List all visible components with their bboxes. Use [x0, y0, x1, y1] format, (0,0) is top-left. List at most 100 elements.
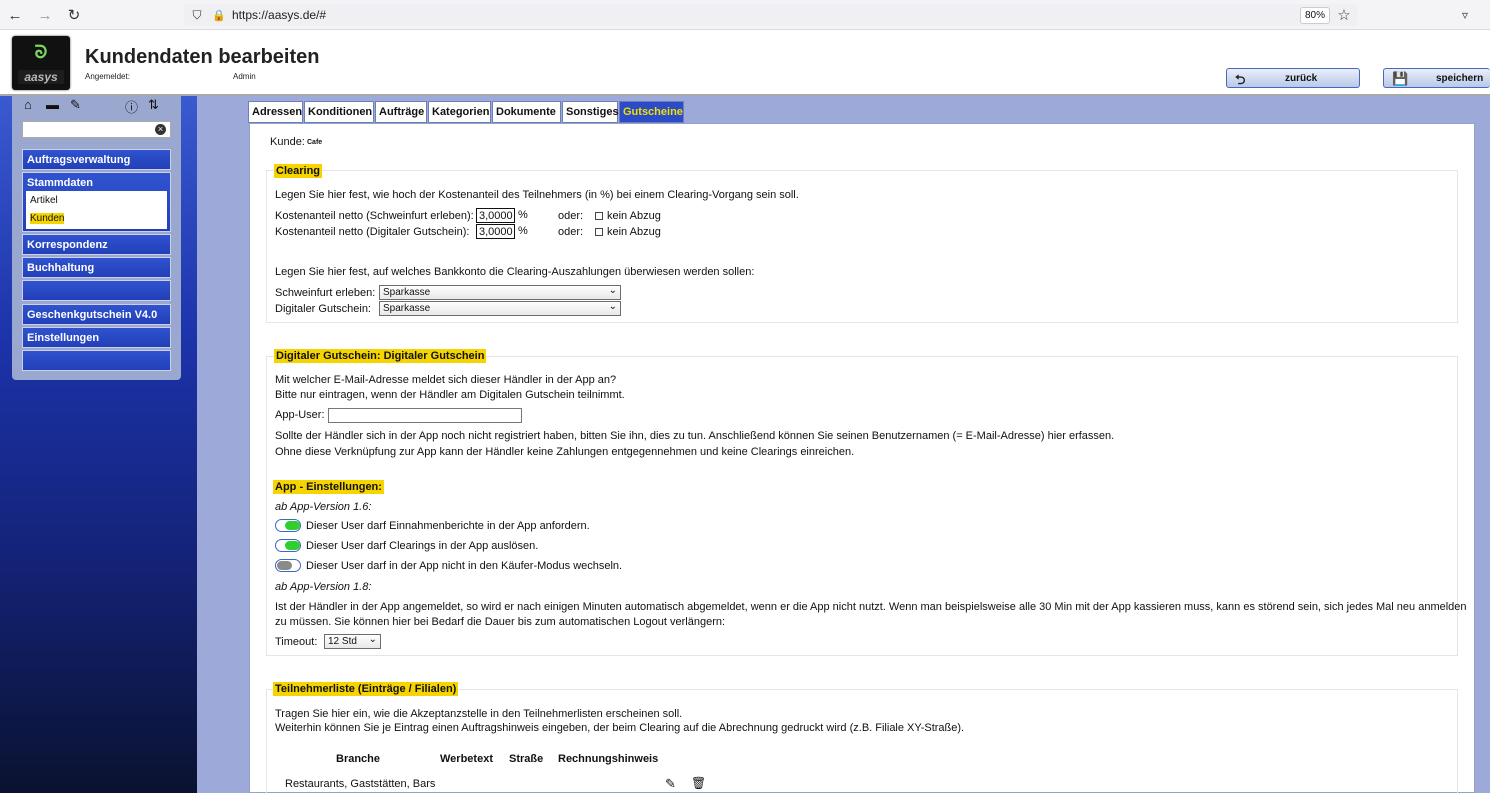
address-bar[interactable]: [184, 4, 1358, 26]
version18-label: ab App-Version 1.8:: [275, 581, 372, 593]
app-settings-heading: App - Einstellungen:: [273, 480, 384, 494]
login-label: Angemeldet:: [85, 72, 130, 81]
back-arrow-icon[interactable]: ←: [6, 6, 24, 24]
chevron-down-icon: ⌄: [608, 285, 617, 296]
oder-label: oder:: [558, 226, 584, 238]
tab-auftraege[interactable]: Aufträge: [375, 101, 427, 123]
table-row-branche: Restaurants, Gaststätten, Bars: [285, 778, 436, 790]
digital-line2: Bitte nur eintragen, wenn der Händler am…: [275, 389, 625, 401]
menu-auftragsverwaltung[interactable]: Auftragsverwaltung: [22, 149, 171, 170]
column-werbetext: Werbetext: [440, 753, 493, 765]
folder-icon[interactable]: ▬: [46, 97, 59, 112]
page-title: Kundendaten bearbeiten: [85, 46, 320, 68]
digital-line1: Mit welcher E-Mail-Adresse meldet sich d…: [275, 374, 617, 386]
participants-line2: Weiterhin können Sie je Eintrag einen Au…: [275, 722, 965, 734]
url-text: https://aasys.de/#: [232, 8, 327, 22]
tools-icon[interactable]: ✎: [70, 97, 81, 113]
version16-label: ab App-Version 1.6:: [275, 501, 372, 513]
toggle-revenue-reports-label: Dieser User darf Einnahmenberichte in de…: [306, 520, 590, 532]
tab-sonstiges[interactable]: Sonstiges: [562, 101, 619, 123]
logout-text-2: zu müssen. Sie können hier bei Bedarf di…: [275, 616, 726, 628]
stammdaten-submenu: Artikel Kunden: [26, 191, 167, 229]
cost-share-schweinfurt-label: Kostenanteil netto (Schweinfurt erleben)…: [275, 210, 474, 222]
logo-mark-icon: ᘐ: [34, 42, 48, 62]
save-button-label: speichern: [1436, 73, 1484, 84]
customer-name: Cafe: [307, 139, 323, 146]
participants-legend: Teilnehmerliste (Einträge / Filialen): [273, 682, 459, 696]
zoom-level[interactable]: 80%: [1300, 7, 1331, 24]
customer-label: Kunde:: [270, 136, 305, 148]
tab-konditionen[interactable]: Konditionen: [304, 101, 374, 123]
menu-korrespondenz[interactable]: Korrespondenz: [22, 234, 171, 255]
tab-kategorien[interactable]: Kategorien: [428, 101, 491, 123]
lock-icon[interactable]: 🔒: [210, 6, 228, 24]
menu-buchhaltung[interactable]: Buchhaltung: [22, 257, 171, 278]
clear-search-icon[interactable]: ×: [155, 124, 166, 135]
app-user-input[interactable]: [328, 408, 522, 423]
forward-arrow-icon[interactable]: →: [36, 6, 54, 24]
back-button[interactable]: ⮌ zurück: [1226, 68, 1360, 88]
menu-geschenkgutschein[interactable]: Geschenkgutschein V4.0: [22, 304, 171, 325]
tab-adressen[interactable]: Adressen: [248, 101, 303, 123]
digital-voucher-legend: Digitaler Gutschein: Digitaler Gutschein: [274, 349, 487, 363]
participants-fieldset: [266, 689, 1458, 793]
refresh-icon[interactable]: ⇅: [148, 97, 159, 113]
timeout-value: 12 Std: [328, 636, 357, 647]
menu-empty-1[interactable]: [22, 280, 171, 301]
oder-label: oder:: [558, 210, 584, 222]
home-icon[interactable]: ⌂: [24, 97, 32, 112]
back-button-label: zurück: [1285, 73, 1318, 84]
submenu-kunden[interactable]: Kunden: [30, 213, 65, 224]
shield-icon[interactable]: ⛉: [188, 6, 206, 24]
sidebar-search-input[interactable]: ×: [22, 121, 171, 138]
column-strasse: Straße: [509, 753, 544, 765]
bank-schweinfurt-select[interactable]: Sparkasse ⌄: [379, 285, 621, 300]
star-icon[interactable]: ☆: [1335, 6, 1353, 24]
reload-icon[interactable]: ↻: [65, 6, 83, 24]
menu-empty-2[interactable]: [22, 350, 171, 371]
digital-line4: Ohne diese Verknüpfung zur App kann der …: [275, 446, 855, 458]
clearing-intro: Legen Sie hier fest, wie hoch der Kosten…: [275, 189, 799, 201]
tab-dokumente[interactable]: Dokumente: [492, 101, 561, 123]
pocket-icon[interactable]: ▿: [1456, 6, 1474, 24]
bank-digital-select[interactable]: Sparkasse ⌄: [379, 301, 621, 316]
bank-schweinfurt-value: Sparkasse: [383, 287, 431, 298]
trash-icon[interactable]: 🗑: [691, 776, 706, 790]
bank-schweinfurt-label: Schweinfurt erleben:: [275, 287, 376, 299]
participants-line1: Tragen Sie hier ein, wie die Akzeptanzst…: [275, 708, 683, 720]
browser-toolbar: ← → ↻ ⛉ 🔒 https://aasys.de/# 80% ☆ ▿: [0, 0, 1490, 30]
chevron-down-icon: ⌄: [368, 634, 377, 645]
cost-share-digital-input[interactable]: 3,0000: [476, 224, 515, 239]
menu-stammdaten-label: Stammdaten: [27, 177, 94, 189]
floppy-disk-icon: 💾: [1392, 71, 1409, 86]
toggle-knob: [277, 561, 292, 570]
percent-label: %: [518, 225, 528, 237]
aasys-logo[interactable]: ᘐ aasys: [12, 36, 70, 90]
toggle-buyer-mode[interactable]: [275, 559, 301, 572]
timeout-label: Timeout:: [275, 636, 318, 648]
submenu-artikel[interactable]: Artikel: [30, 195, 58, 206]
info-icon[interactable]: ⓘ: [125, 97, 138, 116]
toggle-revenue-reports[interactable]: [275, 519, 301, 532]
edit-pencil-icon[interactable]: ✎: [665, 776, 676, 792]
clearing-legend: Clearing: [274, 164, 323, 178]
toggle-buyer-mode-label: Dieser User darf in der App nicht in den…: [306, 560, 623, 572]
chevron-down-icon: ⌄: [608, 301, 617, 312]
bank-intro: Legen Sie hier fest, auf welches Bankkon…: [275, 266, 755, 278]
menu-einstellungen[interactable]: Einstellungen: [22, 327, 171, 348]
no-deduction-checkbox-2[interactable]: [595, 228, 603, 236]
bank-digital-value: Sparkasse: [383, 303, 431, 314]
timeout-select[interactable]: 12 Std ⌄: [324, 634, 381, 649]
toggle-clearings[interactable]: [275, 539, 301, 552]
save-button[interactable]: 💾 speichern: [1383, 68, 1490, 88]
logo-wordmark: aasys: [18, 70, 64, 84]
no-deduction-label-1: kein Abzug: [607, 210, 661, 222]
logout-text-1: Ist der Händler in der App angemeldet, s…: [275, 601, 1467, 613]
app-user-label: App-User:: [275, 409, 325, 421]
cost-share-digital-label: Kostenanteil netto (Digitaler Gutschein)…: [275, 226, 470, 238]
digital-line3: Sollte der Händler sich in der App noch …: [275, 430, 1115, 442]
no-deduction-checkbox-1[interactable]: [595, 212, 603, 220]
tab-gutscheine[interactable]: Gutscheine: [619, 101, 684, 123]
cost-share-schweinfurt-input[interactable]: 3,0000: [476, 208, 515, 223]
column-rechnungshinweis: Rechnungshinweis: [558, 753, 659, 765]
